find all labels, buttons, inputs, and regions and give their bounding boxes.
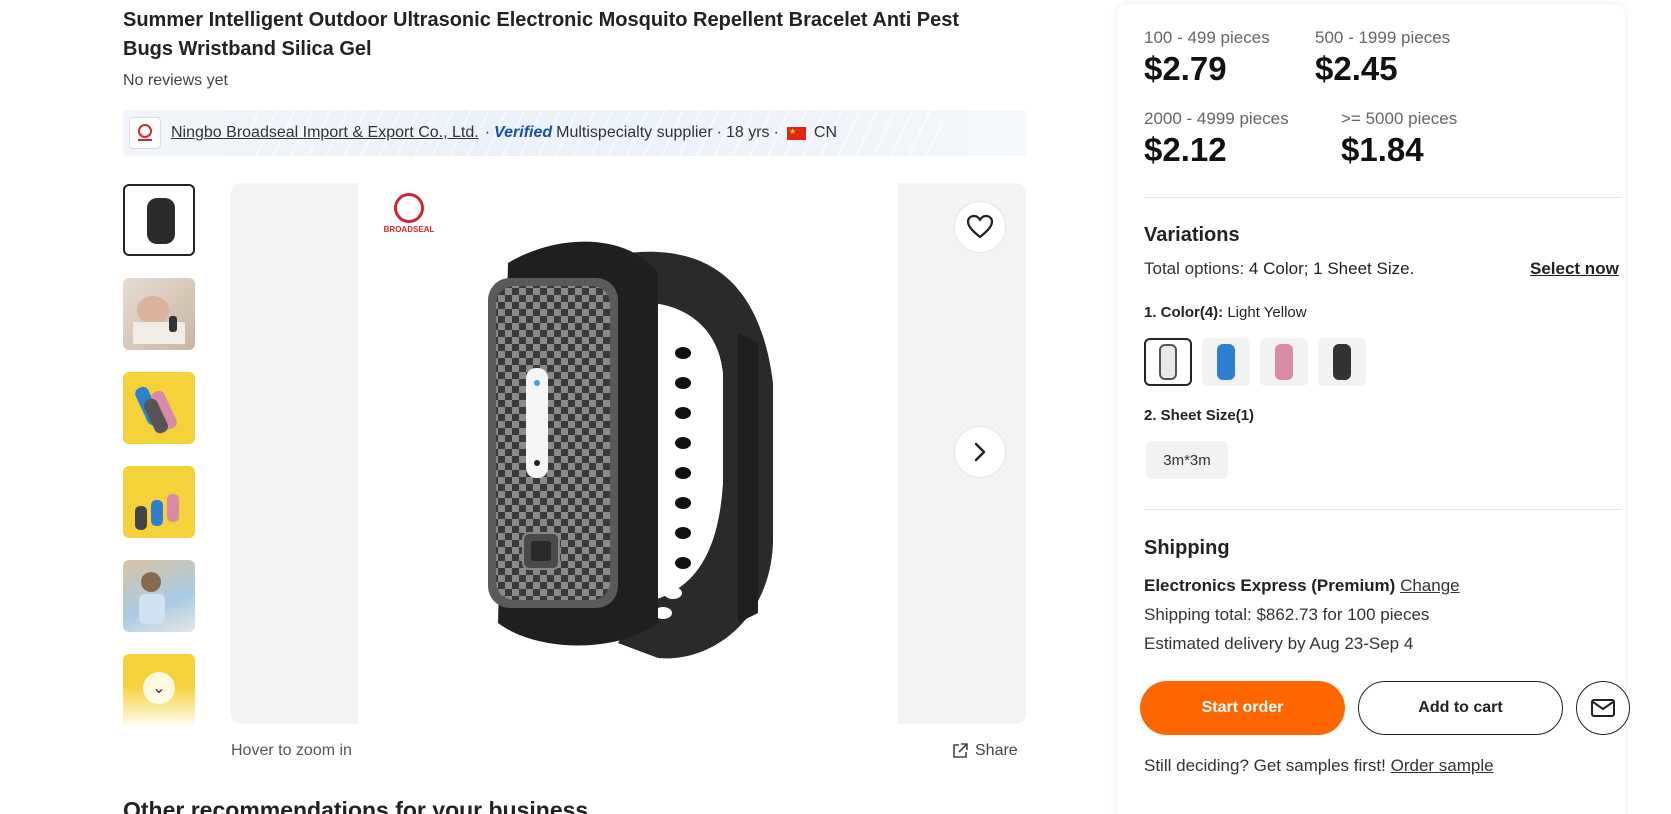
person-sleeping-image	[133, 296, 185, 344]
total-options-prefix: Total options:	[1144, 259, 1245, 278]
brand-circle-icon	[394, 193, 424, 223]
tier-price: $1.84	[1341, 131, 1424, 168]
brand-text: BROADSEAL	[383, 225, 435, 234]
tier-price: $2.79	[1144, 50, 1227, 87]
shipping-title: Shipping	[1144, 537, 1230, 559]
share-button[interactable]: Share	[951, 742, 1018, 760]
next-image-button[interactable]	[954, 426, 1006, 478]
tier-price: $2.45	[1315, 50, 1398, 87]
meta-separator: ·	[484, 124, 491, 141]
color-swatch-light-yellow[interactable]	[1144, 338, 1192, 386]
color-swatch-blue[interactable]	[1202, 338, 1250, 386]
shipping-total: Shipping total: $862.73 for 100 pieces	[1144, 605, 1430, 624]
select-now-link[interactable]: Select now	[1530, 259, 1619, 279]
supplier-meta: · Verified Multispecialty supplier · 18 …	[485, 124, 837, 142]
color-label: 1. Color(4): Light Yellow	[1144, 304, 1307, 321]
samples-line: Still deciding? Get samples first! Order…	[1144, 756, 1494, 776]
thumbnail-6[interactable]: ⌄	[123, 654, 195, 724]
order-sample-link[interactable]: Order sample	[1391, 756, 1494, 775]
size-label: 2. Sheet Size(1)	[1144, 407, 1254, 424]
tier-range: 500 - 1999 pieces	[1315, 28, 1451, 47]
color-label-title: 1. Color(4):	[1144, 304, 1224, 321]
total-options-value: 4 Color; 1 Sheet Size.	[1248, 259, 1415, 278]
supplier-years: 18 yrs	[725, 124, 770, 141]
color-selected: Light Yellow	[1227, 304, 1307, 321]
contact-supplier-button[interactable]	[1576, 681, 1630, 735]
size-option-3mx3m[interactable]: 3m*3m	[1146, 441, 1228, 479]
price-tier-1: 100 - 499 pieces $2.79	[1144, 28, 1270, 88]
thumbnail-5[interactable]	[123, 560, 195, 632]
thumbnail-2[interactable]	[123, 278, 195, 350]
favorite-button[interactable]	[954, 201, 1006, 253]
mail-icon	[1591, 699, 1615, 717]
supplier-country: CN	[813, 124, 837, 141]
thumbnail-4[interactable]	[123, 466, 195, 538]
thumbnail-1[interactable]	[123, 184, 195, 256]
thumbnail-strip: ⌄	[123, 184, 195, 724]
price-tier-3: 2000 - 4999 pieces $2.12	[1144, 109, 1289, 169]
supplier-name-link[interactable]: Ningbo Broadseal Import & Export Co., Lt…	[171, 124, 479, 142]
swatch-image	[1159, 344, 1177, 380]
estimated-delivery: Estimated delivery by Aug 23-Sep 4	[1144, 634, 1414, 653]
recommendations-heading: Other recommendations for your business	[123, 797, 589, 814]
color-swatches	[1144, 338, 1366, 386]
divider	[1144, 509, 1622, 510]
shipping-method: Electronics Express (Premium) Change	[1144, 576, 1460, 596]
color-swatch-pink[interactable]	[1260, 338, 1308, 386]
add-to-cart-button[interactable]: Add to cart	[1358, 681, 1563, 735]
zoom-hint: Hover to zoom in	[231, 742, 352, 759]
colored-bracelets-image	[135, 386, 177, 434]
tier-range: 100 - 499 pieces	[1144, 28, 1270, 47]
tier-price: $2.12	[1144, 131, 1227, 168]
product-title: Summer Intelligent Outdoor Ultrasonic El…	[123, 9, 960, 60]
bracelets-group-image	[135, 494, 179, 530]
variations-summary: Total options: 4 Color; 1 Sheet Size.	[1144, 259, 1414, 279]
child-image	[139, 572, 165, 624]
tier-range: >= 5000 pieces	[1341, 109, 1458, 128]
supplier-logo[interactable]	[129, 117, 161, 149]
bracelet-image	[488, 241, 773, 659]
bracelet-thumb-image	[147, 198, 175, 244]
size-label-title: 2. Sheet Size(1)	[1144, 407, 1255, 424]
samples-prefix: Still deciding? Get samples first!	[1144, 756, 1386, 775]
swatch-image	[1217, 344, 1235, 380]
brand-logo: BROADSEAL	[379, 193, 439, 253]
broadseal-logo-icon	[138, 124, 152, 141]
chevron-right-icon	[974, 442, 986, 462]
variations-title: Variations	[1144, 224, 1240, 246]
swatch-image	[1333, 344, 1351, 380]
meta-separator: ·	[773, 124, 779, 141]
price-tier-2: 500 - 1999 pieces $2.45	[1315, 28, 1450, 88]
reviews-count: No reviews yet	[123, 72, 228, 89]
main-product-image[interactable]: BROADSEAL	[231, 183, 1026, 724]
meta-separator: ·	[716, 124, 722, 141]
tier-range: 2000 - 4999 pieces	[1144, 109, 1289, 128]
price-tier-4: >= 5000 pieces $1.84	[1341, 109, 1457, 169]
supplier-bar: Ningbo Broadseal Import & Export Co., Lt…	[123, 110, 1026, 156]
thumbnail-3[interactable]	[123, 372, 195, 444]
divider	[1144, 197, 1622, 198]
heart-icon	[966, 214, 994, 239]
shipping-method-name: Electronics Express (Premium)	[1144, 576, 1396, 595]
verified-badge[interactable]: Verified	[494, 124, 552, 142]
color-swatch-black[interactable]	[1318, 338, 1366, 386]
change-shipping-link[interactable]: Change	[1400, 576, 1460, 595]
share-label: Share	[975, 742, 1018, 759]
chevron-down-icon[interactable]: ⌄	[143, 672, 175, 704]
share-icon	[953, 743, 968, 758]
order-panel: 100 - 499 pieces $2.79 500 - 1999 pieces…	[1117, 4, 1630, 814]
china-flag-icon	[786, 126, 806, 140]
swatch-image	[1275, 344, 1293, 380]
image-canvas	[358, 183, 898, 724]
supplier-type: Multispecialty supplier	[556, 124, 713, 141]
start-order-button[interactable]: Start order	[1140, 681, 1345, 735]
